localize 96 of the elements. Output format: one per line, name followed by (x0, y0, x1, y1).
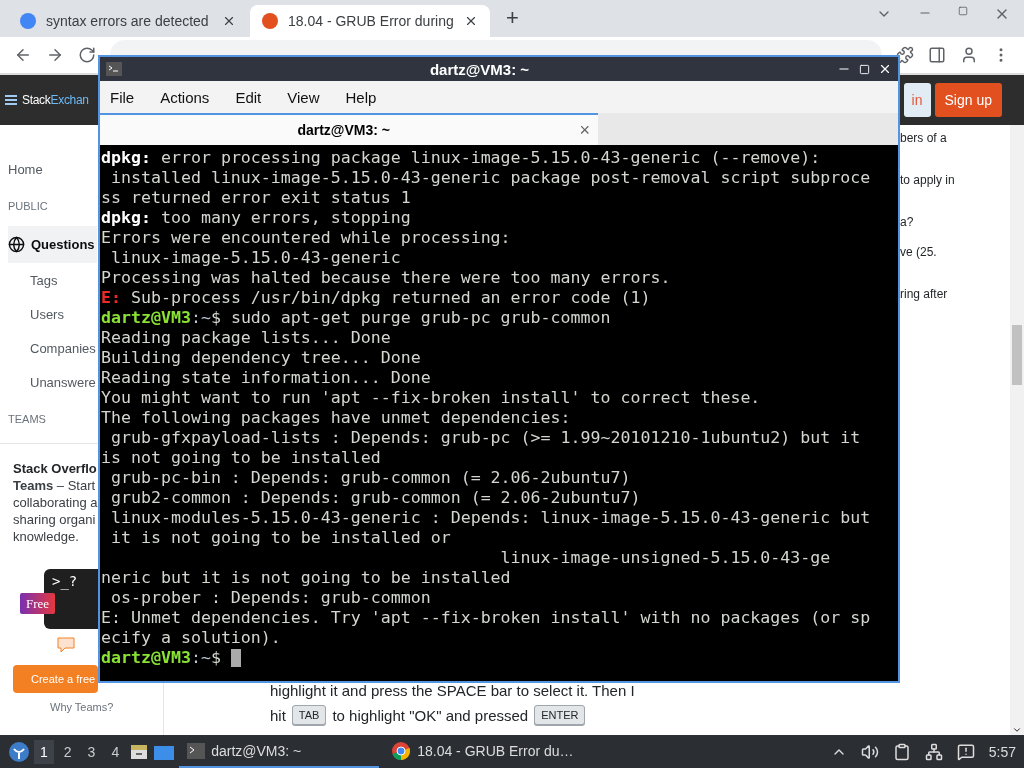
new-tab-button[interactable]: + (492, 5, 533, 37)
nav-item[interactable]: Companies (30, 331, 98, 365)
nav-heading: PUBLIC (8, 199, 49, 214)
taskbar-task[interactable]: dartz@VM3: ~ (179, 735, 380, 768)
close-icon[interactable] (878, 62, 892, 76)
puzzle-icon[interactable] (896, 46, 914, 64)
terminal-line: dartz@VM3:~$ (101, 648, 221, 668)
terminal-line: Reading package lists... Done (101, 328, 391, 348)
terminal-line: grub-gfxpayload-lists : Depends: grub-pc (>= 1.99~20101210-1ubuntu2) but it (110, 428, 861, 448)
close-icon[interactable] (464, 14, 478, 28)
answer-text: to highlight "OK" and pressed (332, 706, 529, 724)
workspace-button[interactable]: 1 (34, 739, 54, 764)
browser-icon (391, 740, 412, 761)
related-link[interactable]: ve (25. (900, 245, 1010, 259)
related-link[interactable]: ring after (900, 287, 1010, 301)
volume-icon[interactable] (860, 742, 879, 761)
file-cabinet-icon[interactable] (129, 742, 150, 761)
terminal-line: it is not going to be installed or (110, 528, 451, 548)
browser-tab[interactable]: 18.04 - GRUB Error during (250, 5, 490, 37)
browser-tab[interactable]: syntax errors are detected (8, 5, 248, 37)
side-panel-icon[interactable] (928, 46, 946, 64)
tab-close-button[interactable]: × (579, 119, 590, 141)
related-link[interactable]: a? (900, 215, 1010, 229)
terminal-line: neric but it is not going to be installed (101, 568, 511, 588)
workspace-button[interactable]: 4 (105, 739, 126, 764)
start-menu-icon[interactable] (8, 740, 30, 763)
back-icon[interactable] (14, 46, 32, 64)
answer-text: hit (270, 706, 286, 724)
terminal-line: E: Sub-process /usr/bin/dpkg returned an error code (1) (101, 288, 651, 308)
terminal-icon (187, 742, 206, 759)
terminal-line: Building dependency tree... Done (101, 348, 421, 368)
terminal-line: os-prober : Depends: grub-common (110, 588, 431, 608)
text-cursor (230, 649, 241, 667)
profile-icon[interactable] (960, 46, 978, 64)
terminal-line: is not going to be installed (101, 448, 381, 468)
terminal-line: ecify a solution). (101, 628, 281, 648)
related-link[interactable]: bers of a (900, 131, 1010, 145)
terminal-line: You might want to run 'apt --fix-broken install' to correct these. (101, 388, 761, 408)
why-teams-link[interactable]: Why Teams? (50, 701, 163, 713)
menu-item[interactable]: Edit (235, 88, 262, 106)
chat-icon (57, 637, 75, 653)
nav-heading: TEAMS (8, 412, 47, 427)
terminal-line: grub-pc-bin : Depends: grub-common (= 2.06-2ubuntu7) (110, 468, 631, 488)
menu-item[interactable]: View (287, 88, 320, 106)
close-icon[interactable] (222, 14, 236, 28)
globe-icon (8, 236, 25, 253)
keyboard-key: TAB (291, 705, 327, 725)
reload-icon[interactable] (78, 46, 96, 64)
terminal-tab[interactable]: dartz@VM3: ~ × (100, 113, 598, 145)
terminal-line: Processing was halted because there were too many errors. (101, 268, 671, 288)
card-text: sharing organi (13, 511, 96, 528)
nav-item[interactable]: Unanswere (30, 365, 98, 399)
forward-icon[interactable] (46, 46, 64, 64)
free-badge: Free (20, 593, 56, 614)
terminal-line: The following packages have unmet dependencies: (101, 408, 571, 428)
terminal-line: Errors were encountered while processing: (101, 228, 511, 248)
nav-item[interactable]: Questions (8, 226, 97, 263)
taskbar-task[interactable]: 18.04 - GRUB Error du… (383, 735, 584, 768)
terminal-line: linux-modules-5.15.0-43-generic : Depends: linux-image-5.15.0-43-generic but (110, 508, 871, 528)
workspace-button[interactable]: 2 (57, 739, 78, 764)
menu-item[interactable]: File (110, 88, 135, 106)
terminal-line: dpkg: too many errors, stopping (101, 208, 411, 228)
terminal-line: grub2-common : Depends: grub-common (= 2.06-2ubuntu7) (110, 488, 641, 508)
nav-item[interactable]: Tags (30, 263, 60, 297)
answer-text: highlight it and press the SPACE bar to select it. Then I (270, 682, 636, 699)
terminal-line: dpkg: error processing package linux-image-5.15.0-43-generic (--remove): (101, 148, 821, 168)
signup-button[interactable]: Sign up (934, 83, 1002, 117)
keyboard-key: ENTER (534, 705, 586, 725)
notification-icon[interactable] (956, 742, 975, 761)
terminal-line: ss returned error exit status 1 (101, 188, 411, 208)
workspace-button[interactable]: 3 (81, 739, 102, 764)
terminal-line: Reading state information... Done (101, 368, 431, 388)
scroll-down-icon[interactable] (1012, 725, 1022, 735)
card-text: Teams – Start (13, 477, 96, 494)
menu-item[interactable]: Actions (160, 88, 210, 106)
stack-icon (4, 93, 18, 107)
nav-item[interactable]: Users (30, 297, 66, 331)
site-logo[interactable]: StackExchan (22, 93, 89, 107)
card-text: collaborating a (13, 494, 98, 511)
clipboard-icon[interactable] (892, 742, 911, 761)
window-title: dartz@VM3: ~ (428, 60, 531, 78)
nav-item[interactable]: Home (8, 152, 45, 186)
terminal-line: E: Unmet dependencies. Try 'apt --fix-broken install' with no packages (or sp (101, 608, 871, 628)
terminal-line: linux-image-5.15.0-43-generic (110, 248, 401, 268)
clock[interactable]: 5:57 (988, 743, 1016, 760)
terminal-icon (106, 62, 122, 76)
network-icon[interactable] (924, 742, 943, 761)
card-title: Stack Overflo (13, 460, 97, 477)
menu-item[interactable]: Help (345, 88, 377, 106)
related-link[interactable]: to apply in (900, 173, 1010, 187)
terminal-line: installed linux-image-5.15.0-43-generic package post-removal script subproce (110, 168, 871, 188)
card-text: knowledge. (13, 528, 79, 545)
terminal-line: dartz@VM3:~$ sudo apt-get purge grub-pc grub-common (101, 308, 611, 328)
site-icon (262, 13, 278, 29)
scrollbar-thumb[interactable] (1012, 325, 1022, 385)
terminal-line: linux-image-unsigned-5.15.0-43-ge (499, 548, 831, 568)
